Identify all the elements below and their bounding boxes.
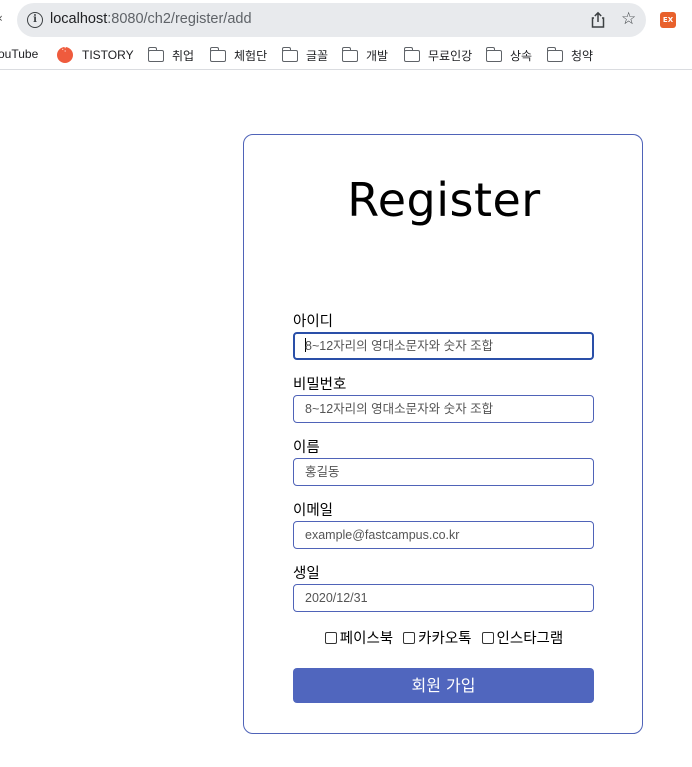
tistory-icon: [57, 45, 73, 63]
id-label: 아이디: [293, 314, 334, 330]
name-placeholder: 홍길동: [305, 465, 340, 479]
folder-icon: [485, 46, 502, 62]
bookmark-youtube[interactable]: ouTube: [0, 47, 38, 61]
birthday-placeholder: 2020/12/31: [305, 591, 368, 605]
checkbox-label: 페이스북: [339, 631, 394, 647]
instagram-checkbox[interactable]: 인스타그램: [481, 627, 564, 648]
back-button-fragment[interactable]: ‹: [0, 11, 3, 25]
birthday-input[interactable]: 2020/12/31: [293, 584, 594, 612]
bookmark-label: 글꼴: [306, 49, 329, 63]
address-bar[interactable]: i localhost:8080/ch2/register/add ☆: [17, 3, 646, 37]
bookmark-folder-free-lectures[interactable]: 무료인강: [403, 46, 473, 64]
checkbox-box[interactable]: [324, 631, 337, 644]
bookmark-label: 취업: [172, 49, 195, 63]
folder-icon: [147, 46, 164, 62]
password-input[interactable]: 8~12자리의 영대소문자와 숫자 조합: [293, 395, 594, 423]
site-info-icon[interactable]: i: [27, 12, 43, 28]
checkbox-box[interactable]: [403, 631, 416, 644]
register-form-card: Register 아이디 8~12자리의 영대소문자와 숫자 조합 비밀번호 8…: [243, 134, 643, 734]
folder-icon: [341, 46, 358, 62]
birthday-label: 생일: [293, 566, 320, 582]
email-input[interactable]: example@fastcampus.co.kr: [293, 521, 594, 549]
bookmark-folder-inheritance[interactable]: 상속: [485, 46, 533, 64]
bookmark-folder-fonts[interactable]: 글꼴: [281, 46, 329, 64]
bookmark-label: 상속: [510, 49, 533, 63]
bookmark-tistory[interactable]: TISTORY: [57, 45, 134, 63]
page-title: Register: [347, 173, 541, 227]
bookmark-folder-subscription[interactable]: 청약: [546, 46, 594, 64]
url-path: :8080/ch2/register/add: [107, 11, 252, 27]
bookmark-label: 무료인강: [428, 49, 473, 63]
bookmark-star-icon[interactable]: ☆: [621, 9, 636, 29]
password-placeholder: 8~12자리의 영대소문자와 숫자 조합: [305, 402, 494, 416]
sns-checkbox-group: 페이스북 카카오톡 인스타그램: [244, 627, 644, 648]
folder-icon: [209, 46, 226, 62]
bookmark-label: ouTube: [0, 47, 39, 61]
share-icon[interactable]: [589, 11, 607, 29]
checkbox-label: 카카오톡: [418, 631, 472, 647]
email-label: 이메일: [293, 503, 334, 519]
browser-toolbar: ‹ i localhost:8080/ch2/register/add ☆ EX: [0, 0, 692, 40]
bookmark-label: 체험단: [234, 49, 268, 63]
folder-icon: [546, 46, 563, 62]
checkbox-label: 인스타그램: [496, 631, 564, 647]
email-placeholder: example@fastcampus.co.kr: [305, 528, 460, 542]
folder-icon: [403, 46, 420, 62]
facebook-checkbox[interactable]: 페이스북: [324, 627, 394, 648]
bookmarks-bar: ouTube TISTORY 취업 체험단 글꼴 개발 무료인강 상속 청약: [0, 40, 692, 70]
url-text[interactable]: localhost:8080/ch2/register/add: [50, 11, 252, 27]
id-placeholder: 8~12자리의 영대소문자와 숫자 조합: [305, 339, 494, 353]
bookmark-label: TISTORY: [82, 48, 134, 62]
checkbox-box[interactable]: [481, 631, 494, 644]
register-submit-button[interactable]: 회원 가입: [293, 668, 594, 703]
bookmark-folder-dev[interactable]: 개발: [341, 46, 389, 64]
bookmark-folder-jobs[interactable]: 취업: [147, 46, 195, 64]
password-label: 비밀번호: [293, 377, 347, 393]
bookmark-label: 청약: [571, 49, 594, 63]
url-host: localhost: [50, 11, 108, 27]
folder-icon: [281, 46, 298, 62]
id-input[interactable]: 8~12자리의 영대소문자와 숫자 조합: [293, 332, 594, 360]
extension-icon[interactable]: EX: [660, 12, 676, 28]
bookmark-label: 개발: [366, 49, 389, 63]
kakaotalk-checkbox[interactable]: 카카오톡: [403, 627, 472, 648]
name-input[interactable]: 홍길동: [293, 458, 594, 486]
name-label: 이름: [293, 440, 320, 456]
bookmark-folder-experience[interactable]: 체험단: [209, 46, 268, 64]
